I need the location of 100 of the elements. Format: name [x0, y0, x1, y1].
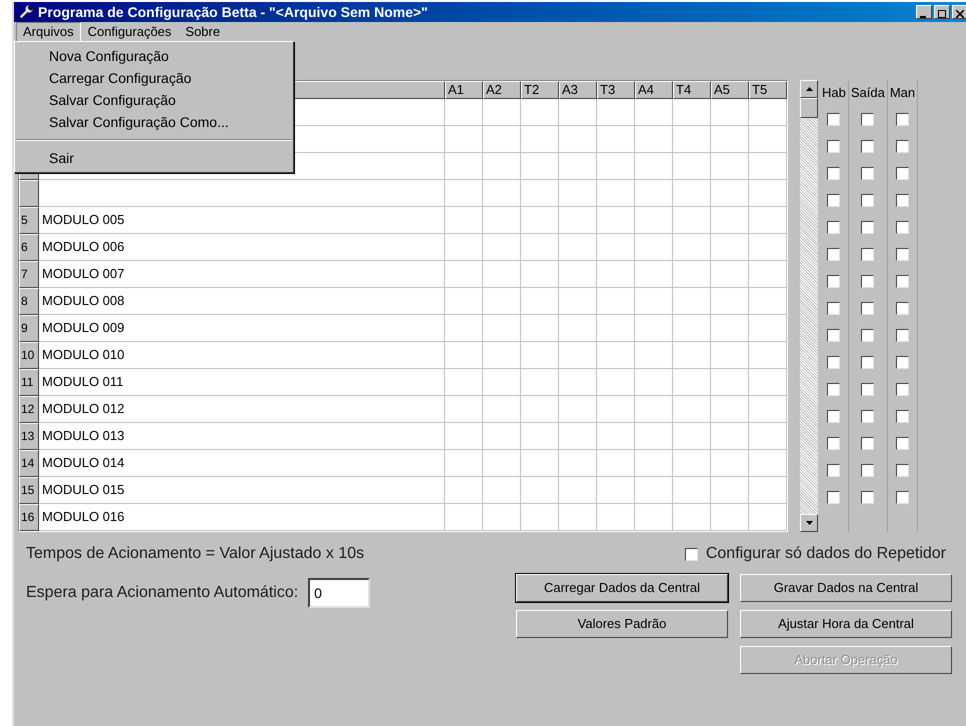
table-cell	[483, 234, 521, 261]
table-cell	[711, 234, 749, 261]
close-button[interactable]	[952, 5, 966, 19]
table-cell	[711, 450, 749, 477]
menu-option[interactable]: Carregar Configuração	[15, 67, 293, 89]
checkbox[interactable]	[896, 302, 909, 315]
column-header: Saída	[850, 84, 885, 102]
wrench-icon	[18, 4, 34, 20]
checkbox[interactable]	[861, 302, 874, 315]
checkbox[interactable]	[827, 383, 840, 396]
checkbox[interactable]	[896, 329, 909, 342]
column-header: A3	[559, 81, 597, 99]
checkbox[interactable]	[827, 302, 840, 315]
table-cell	[749, 504, 787, 531]
table-cell	[597, 423, 635, 450]
checkbox[interactable]	[861, 383, 874, 396]
checkbox[interactable]	[827, 194, 840, 207]
checkbox[interactable]	[827, 113, 840, 126]
checkbox[interactable]	[861, 275, 874, 288]
checkbox[interactable]	[827, 140, 840, 153]
table-cell	[521, 153, 559, 180]
checkbox[interactable]	[827, 437, 840, 450]
table-cell	[749, 153, 787, 180]
checkbox[interactable]	[896, 356, 909, 369]
checkbox[interactable]	[861, 329, 874, 342]
table-cell	[597, 99, 635, 126]
checkbox[interactable]	[827, 275, 840, 288]
checkbox[interactable]	[827, 248, 840, 261]
checkbox[interactable]	[861, 113, 874, 126]
checkbox[interactable]	[861, 194, 874, 207]
table-cell	[483, 477, 521, 504]
table-cell	[673, 423, 711, 450]
table-cell	[559, 315, 597, 342]
table-cell	[635, 153, 673, 180]
table-cell	[749, 288, 787, 315]
table-cell	[711, 342, 749, 369]
table-cell	[635, 477, 673, 504]
table-cell	[559, 504, 597, 531]
table-cell	[559, 180, 597, 207]
checkbox[interactable]	[896, 113, 909, 126]
checkbox[interactable]	[861, 248, 874, 261]
menu-option[interactable]: Salvar Configuração	[15, 89, 293, 111]
table-cell	[521, 396, 559, 423]
menu-option[interactable]: Nova Configuração	[15, 45, 293, 67]
input-field[interactable]: 0	[308, 578, 370, 608]
table-cell	[559, 126, 597, 153]
table-cell	[597, 261, 635, 288]
checkbox[interactable]	[827, 410, 840, 423]
checkbox[interactable]	[827, 491, 840, 504]
checkbox[interactable]	[896, 491, 909, 504]
checkbox[interactable]	[861, 140, 874, 153]
action-button[interactable]: Valores Padrão	[516, 610, 728, 638]
checkbox[interactable]	[827, 356, 840, 369]
checkbox[interactable]	[861, 167, 874, 180]
checkbox[interactable]	[896, 437, 909, 450]
table-cell	[445, 342, 483, 369]
scrollbar[interactable]	[800, 80, 818, 532]
scroll-up-button[interactable]	[800, 80, 818, 98]
scroll-down-button[interactable]	[800, 514, 818, 532]
action-button[interactable]: Gravar Dados na Central	[740, 574, 952, 602]
minimize-button[interactable]	[916, 5, 932, 19]
checkbox[interactable]	[827, 221, 840, 234]
checkbox[interactable]	[896, 248, 909, 261]
menu-item[interactable]: Configurações	[80, 22, 178, 42]
checkbox[interactable]	[861, 491, 874, 504]
scroll-thumb[interactable]	[800, 98, 818, 118]
action-button[interactable]: Carregar Dados da Central	[516, 574, 728, 602]
table-cell	[635, 261, 673, 288]
checkbox[interactable]	[861, 464, 874, 477]
checkbox[interactable]	[896, 383, 909, 396]
checkbox[interactable]	[861, 221, 874, 234]
checkbox[interactable]	[861, 356, 874, 369]
table-cell	[483, 153, 521, 180]
table-cell	[635, 180, 673, 207]
maximize-button[interactable]	[934, 5, 950, 19]
checkbox[interactable]	[861, 437, 874, 450]
checkbox[interactable]	[827, 329, 840, 342]
row-number: 6	[19, 234, 39, 261]
table-cell	[521, 234, 559, 261]
checkbox[interactable]	[861, 410, 874, 423]
checkbox[interactable]	[896, 410, 909, 423]
table-cell	[521, 369, 559, 396]
checkbox[interactable]	[896, 275, 909, 288]
action-button[interactable]: Ajustar Hora da Central	[740, 610, 952, 638]
menu-option[interactable]: Sair	[15, 147, 293, 169]
checkbox[interactable]	[896, 464, 909, 477]
checkbox[interactable]	[896, 140, 909, 153]
table-cell	[749, 315, 787, 342]
table-cell	[711, 99, 749, 126]
checkbox[interactable]	[827, 464, 840, 477]
window-title: Programa de Configuração Betta - "<Arquivo Sem Nome>"	[38, 2, 428, 22]
checkbox[interactable]	[684, 548, 698, 560]
table-cell: MODULO 013	[39, 423, 445, 450]
checkbox[interactable]	[827, 167, 840, 180]
table-cell	[559, 207, 597, 234]
checkbox[interactable]	[896, 194, 909, 207]
menu-item[interactable]: Sobre	[178, 22, 228, 42]
menu-option[interactable]: Salvar Configuração Como...	[15, 111, 293, 133]
checkbox[interactable]	[896, 221, 909, 234]
checkbox[interactable]	[896, 167, 909, 180]
